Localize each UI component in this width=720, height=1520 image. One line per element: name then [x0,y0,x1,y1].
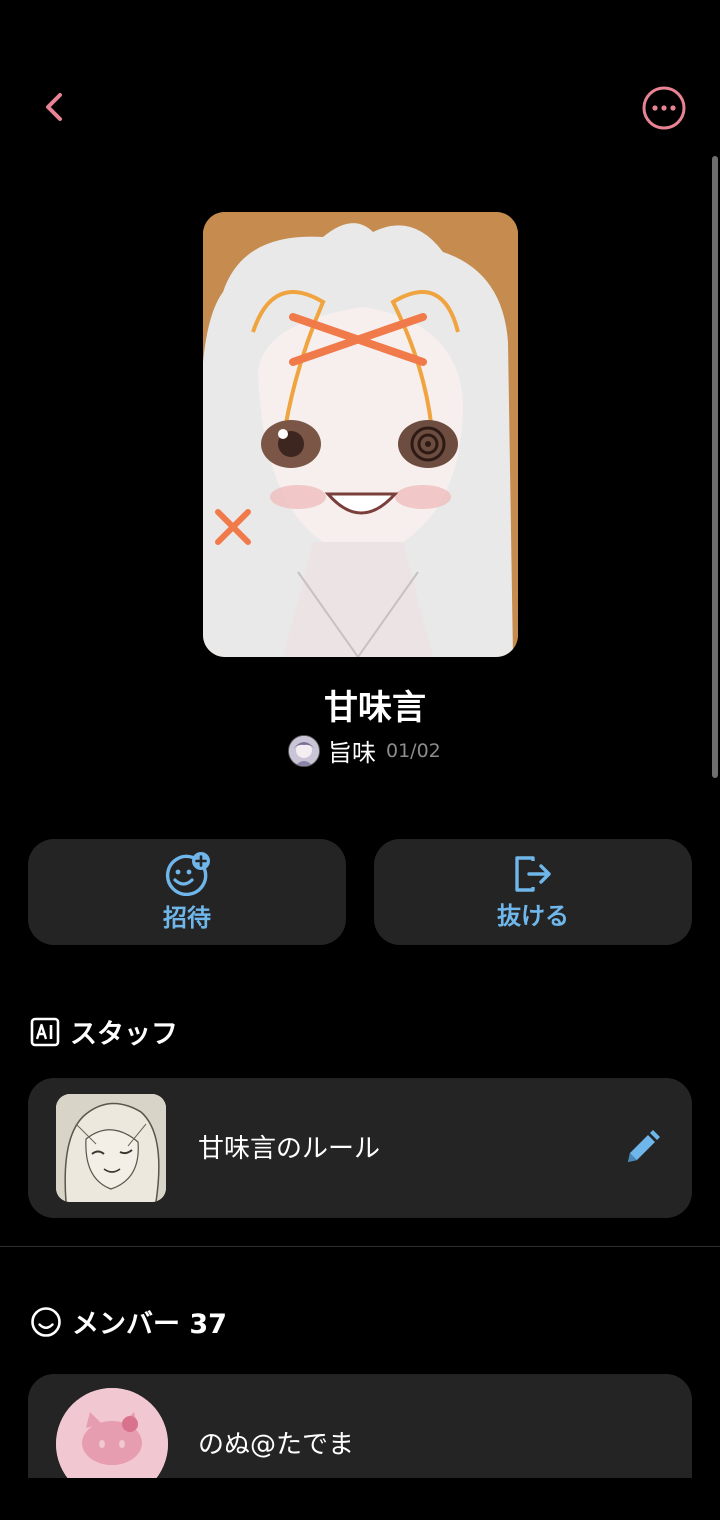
group-cover-image [203,212,518,657]
staff-item[interactable]: 甘味言のルール [28,1078,692,1218]
edit-button[interactable] [622,1128,662,1168]
owner-date: 01/02 [386,739,441,762]
more-options-button[interactable] [640,84,688,132]
owner-name: 旨味 [328,739,376,767]
smiley-icon [31,1306,61,1337]
members-section-header: メンバー 37 [30,1302,227,1341]
leave-label: 抜ける [497,901,569,930]
leave-button[interactable]: 抜ける [374,839,692,945]
staff-thumbnail [56,1094,166,1202]
group-title: 甘味言 [324,688,426,728]
add-friend-icon [165,851,210,896]
invite-label: 招待 [163,903,211,932]
bottom-area [0,1478,720,1520]
group-detail-screen: 甘味言 旨味 01/02 招待 抜ける スタッフ 甘味言のルール メンバー 37… [0,0,720,1520]
member-name: のぬ@たでま [198,1430,355,1460]
members-section-title: メンバー 37 [72,1309,227,1340]
pencil-icon [628,1130,660,1162]
owner-avatar [288,734,320,767]
more-horizontal-circle-icon [642,86,686,130]
invite-button[interactable]: 招待 [28,839,346,945]
chevron-left-icon [46,93,62,121]
staff-section-title: スタッフ [70,1019,178,1050]
back-button[interactable] [30,82,80,132]
staff-section-header: スタッフ [30,1012,178,1051]
owner-info[interactable]: 旨味 01/02 [288,733,441,768]
exit-icon [515,855,551,892]
staff-item-label: 甘味言のルール [198,1134,381,1164]
ai-badge-icon [30,1017,60,1046]
section-divider [0,1246,720,1247]
